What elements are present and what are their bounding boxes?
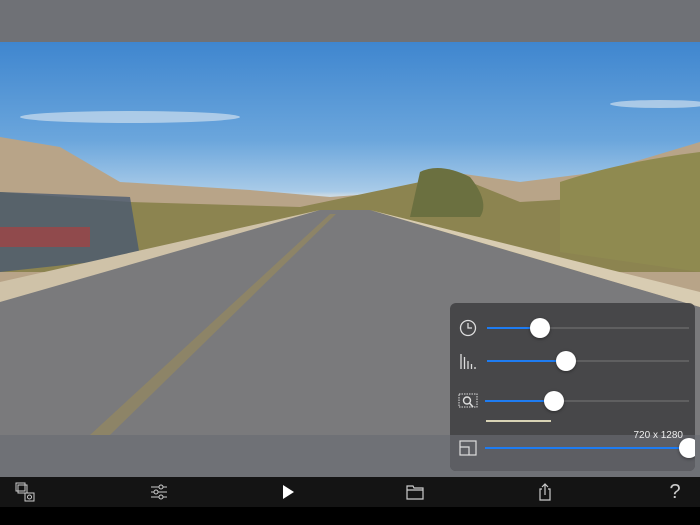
adjustments-button[interactable] xyxy=(147,481,171,503)
top-bar xyxy=(0,0,700,42)
resolution-slider-row xyxy=(450,433,695,463)
speed-slider[interactable] xyxy=(487,318,689,338)
levels-slider-row xyxy=(450,346,695,376)
slider-thumb[interactable] xyxy=(544,391,565,411)
processing-progress-bar xyxy=(486,420,552,422)
slider-thumb[interactable] xyxy=(529,318,550,338)
play-button[interactable] xyxy=(276,481,300,503)
slider-fill xyxy=(487,360,566,362)
help-button[interactable]: ? xyxy=(663,481,687,503)
share-icon xyxy=(539,483,551,501)
media-library-button[interactable] xyxy=(13,481,37,503)
adjustment-panel: 720 x 1280 xyxy=(450,303,695,471)
clock-icon xyxy=(459,319,477,337)
resolution-slider[interactable] xyxy=(485,438,695,458)
resolution-icon xyxy=(459,440,477,456)
share-button[interactable] xyxy=(533,481,557,503)
slider-thumb[interactable] xyxy=(555,351,576,371)
speed-slider-row xyxy=(450,313,695,343)
bar-levels-icon xyxy=(460,354,476,369)
zoom-slider[interactable] xyxy=(485,391,689,411)
help-icon: ? xyxy=(669,480,681,503)
play-icon xyxy=(283,485,294,499)
slider-fill xyxy=(485,447,689,449)
film-zoom-icon xyxy=(458,393,478,408)
slider-thumb[interactable] xyxy=(679,438,695,458)
photo-video-library-icon xyxy=(15,482,35,502)
folder-icon xyxy=(406,485,424,500)
bottom-toolbar: ? xyxy=(0,477,700,507)
levels-slider[interactable] xyxy=(487,351,689,371)
open-folder-button[interactable] xyxy=(403,481,427,503)
sliders-icon xyxy=(151,484,167,500)
zoom-slider-row xyxy=(450,386,695,416)
